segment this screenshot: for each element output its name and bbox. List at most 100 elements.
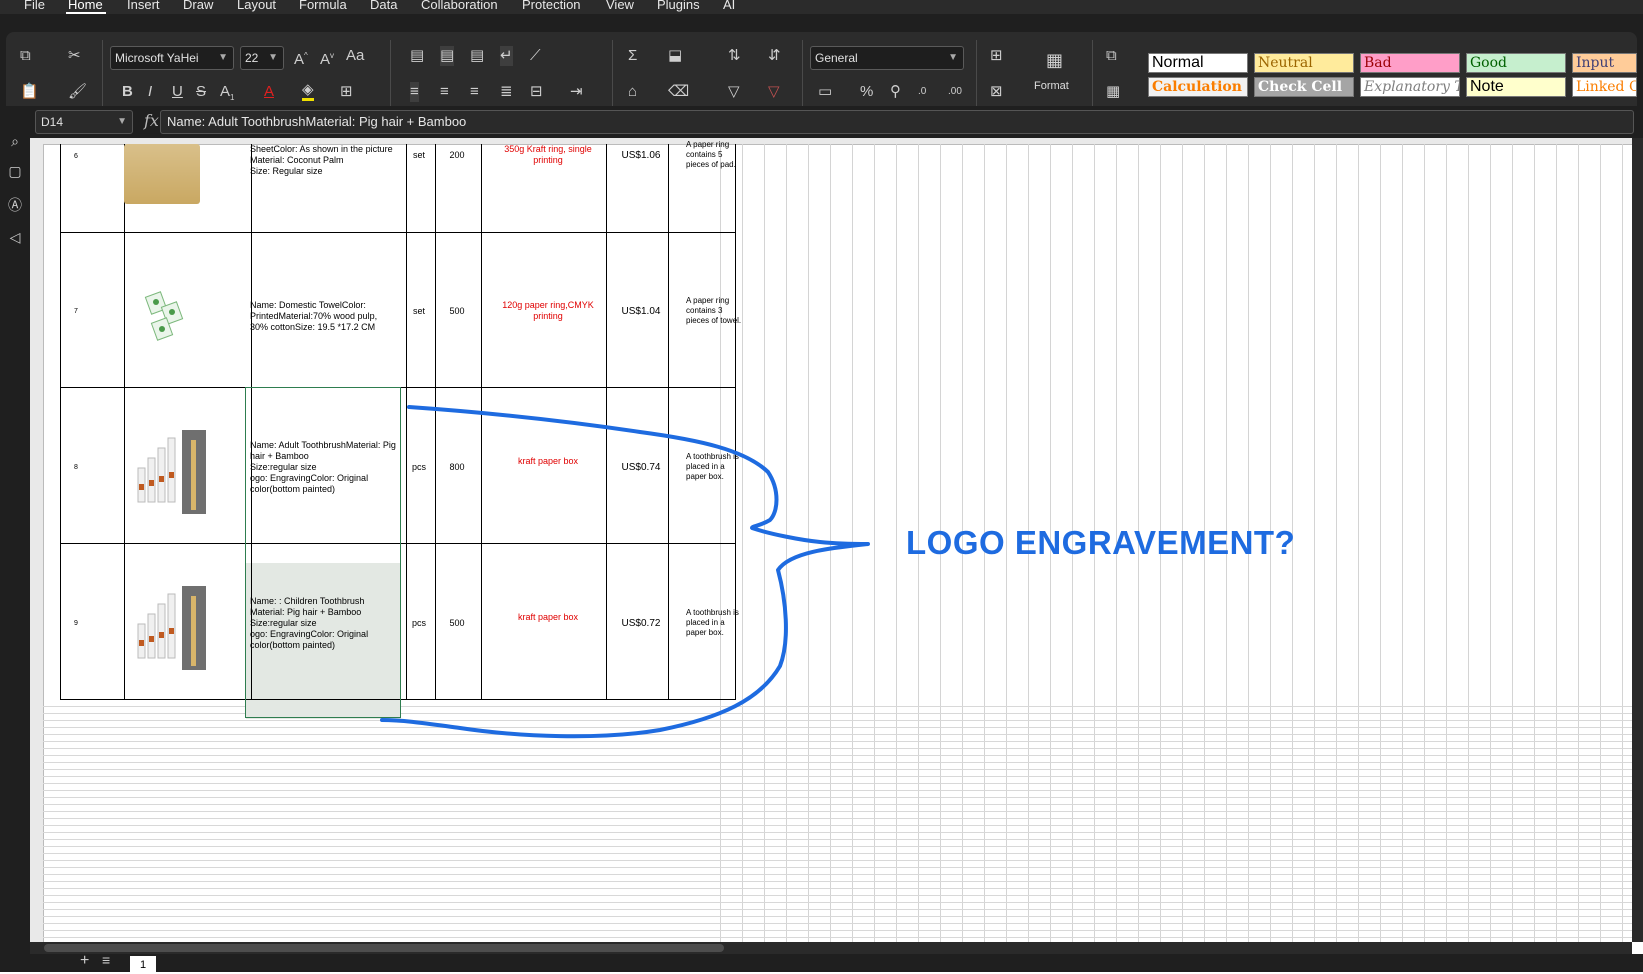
currency-icon[interactable]: ▭ — [818, 82, 832, 102]
remark-cell[interactable]: A toothbrush is placed in a paper box. — [686, 608, 746, 638]
fx-icon[interactable]: fx — [144, 111, 159, 130]
cut-icon[interactable]: ✂ — [68, 46, 81, 66]
fill-color-icon[interactable]: ◈ — [302, 82, 314, 101]
menu-collaboration[interactable]: Collaboration — [421, 0, 498, 12]
borders-icon[interactable]: ⊞ — [340, 82, 353, 102]
fill-icon[interactable]: ⬓ — [668, 46, 682, 66]
insert-cells-icon[interactable]: ⧉ — [1106, 46, 1117, 66]
increase-decimal-icon[interactable]: .00 — [948, 82, 962, 102]
scroll-thumb[interactable] — [44, 944, 724, 952]
menu-data[interactable]: Data — [370, 0, 397, 12]
font-color-icon[interactable]: A — [264, 82, 274, 102]
menu-formula[interactable]: Formula — [299, 0, 347, 12]
orientation-icon[interactable]: ⟋ — [530, 46, 541, 66]
style-explanatory[interactable]: Explanatory Te — [1360, 77, 1460, 97]
comment-icon[interactable]: ▢ — [6, 162, 24, 180]
copy-icon[interactable]: ⧉ — [20, 46, 31, 66]
tag-icon[interactable]: ⌂ — [628, 82, 637, 102]
quantity-cell[interactable]: 800 — [434, 462, 480, 473]
style-linked-cell[interactable]: Linked Cel — [1572, 77, 1637, 97]
unit-cell[interactable]: set — [404, 150, 434, 161]
packing-cell[interactable]: kraft paper box — [490, 456, 606, 467]
quantity-cell[interactable]: 500 — [434, 618, 480, 629]
quantity-cell[interactable]: 200 — [434, 150, 480, 161]
unit-cell[interactable]: pcs — [404, 462, 434, 473]
paste-icon[interactable]: 📋 — [20, 82, 39, 102]
sort-ascending-icon[interactable]: ⇅ — [728, 46, 741, 66]
menu-ai[interactable]: AI — [723, 0, 735, 12]
quantity-cell[interactable]: 500 — [434, 306, 480, 317]
menu-protection[interactable]: Protection — [522, 0, 581, 12]
formula-input[interactable]: Name: Adult ToothbrushMaterial: Pig hair… — [160, 110, 1634, 134]
add-sheet-icon[interactable]: + — [80, 952, 89, 970]
change-case-icon[interactable]: Aa — [346, 46, 364, 66]
align-right-icon[interactable]: ≡ — [470, 82, 479, 102]
description-cell[interactable]: SheetColor: As shown in the picture Mate… — [250, 144, 400, 177]
menu-draw[interactable]: Draw — [183, 0, 213, 12]
style-note[interactable]: Note — [1466, 77, 1566, 97]
remark-cell[interactable]: A toothbrush is placed in a paper box. — [686, 452, 746, 482]
menu-insert[interactable]: Insert — [127, 0, 160, 12]
style-calculation[interactable]: Calculation — [1148, 77, 1248, 97]
menu-view[interactable]: View — [606, 0, 634, 12]
italic-icon[interactable]: I — [148, 82, 152, 102]
format-table-icon[interactable]: ▦ — [1046, 50, 1063, 70]
align-center-icon[interactable]: ≡ — [440, 82, 449, 102]
style-neutral[interactable]: Neutral — [1254, 53, 1354, 73]
unit-cell[interactable]: set — [404, 306, 434, 317]
font-shrink-icon[interactable]: Av — [320, 46, 334, 70]
price-cell[interactable]: US$1.06 — [610, 150, 672, 161]
table-icon[interactable]: ▦ — [1106, 82, 1120, 102]
menu-plugins[interactable]: Plugins — [657, 0, 700, 12]
filter-icon[interactable]: ▽ — [728, 82, 740, 102]
remark-cell[interactable]: A paper ring contains 3 pieces of towel. — [686, 296, 746, 326]
align-left-icon[interactable]: ≡ — [410, 82, 419, 102]
bold-icon[interactable]: B — [122, 82, 133, 102]
align-middle-icon[interactable]: ▤ — [440, 46, 455, 66]
autosum-icon[interactable]: Σ — [628, 46, 637, 66]
format-label[interactable]: Format — [1034, 76, 1069, 96]
menu-home[interactable]: Home — [68, 0, 103, 12]
style-input[interactable]: Input — [1572, 53, 1637, 73]
sheet-tab[interactable]: 1 — [130, 956, 156, 972]
decrease-decimal-icon[interactable]: .0 — [918, 82, 926, 102]
style-bad[interactable]: Bad — [1360, 53, 1460, 73]
merge-cells-icon[interactable]: ⊟ — [530, 82, 543, 102]
conditional-format-icon[interactable]: ⊞ — [990, 46, 1003, 66]
percent-icon[interactable]: % — [860, 82, 873, 102]
format-painter-icon[interactable]: 🖌 — [68, 82, 87, 102]
align-bottom-icon[interactable]: ▤ — [470, 46, 484, 66]
clear-filter-icon[interactable]: ▽ — [768, 82, 780, 102]
wrap-text-icon[interactable]: ↵ — [500, 46, 513, 66]
indent-icon[interactable]: ⇥ — [570, 82, 583, 102]
unit-cell[interactable]: pcs — [404, 618, 434, 629]
font-name-select[interactable]: Microsoft YaHei ▼ — [110, 46, 234, 70]
number-format-select[interactable]: General ▼ — [810, 46, 964, 70]
price-cell[interactable]: US$1.04 — [610, 306, 672, 317]
packing-cell[interactable]: 350g Kraft ring, single printing — [490, 144, 606, 166]
packing-cell[interactable]: 120g paper ring,CMYK printing — [490, 300, 606, 322]
clear-icon[interactable]: ⌫ — [668, 82, 689, 102]
sheet-list-icon[interactable]: ≡ — [102, 952, 110, 968]
menu-layout[interactable]: Layout — [237, 0, 276, 12]
menu-file[interactable]: File — [24, 0, 45, 12]
style-good[interactable]: Good — [1466, 53, 1566, 73]
style-check-cell[interactable]: Check Cell — [1254, 77, 1354, 97]
underline-icon[interactable]: U — [172, 82, 183, 102]
text-box-icon[interactable]: Ⓐ — [6, 196, 24, 214]
announcement-icon[interactable]: ◁ — [6, 228, 24, 246]
font-size-select[interactable]: 22 ▼ — [240, 46, 284, 70]
search-icon[interactable]: ⌕ — [6, 132, 24, 150]
cell-style-icon[interactable]: ⊠ — [990, 82, 1003, 102]
subscript-icon[interactable]: A1 — [220, 82, 234, 108]
spreadsheet-grid[interactable]: 6 SheetColor: As shown in the picture Ma… — [30, 138, 1643, 942]
style-normal[interactable]: Normal — [1148, 53, 1248, 73]
price-cell[interactable]: US$0.74 — [610, 462, 672, 473]
align-top-icon[interactable]: ▤ — [410, 46, 424, 66]
description-cell[interactable]: Name: Domestic TowelColor: PrintedMateri… — [250, 300, 400, 333]
remark-cell[interactable]: A paper ring contains 5 pieces of pad. — [686, 140, 746, 170]
justify-icon[interactable]: ≣ — [500, 82, 513, 102]
font-grow-icon[interactable]: A^ — [294, 46, 308, 70]
comma-icon[interactable]: ⚲ — [890, 82, 901, 102]
horizontal-scrollbar[interactable] — [30, 942, 1632, 954]
